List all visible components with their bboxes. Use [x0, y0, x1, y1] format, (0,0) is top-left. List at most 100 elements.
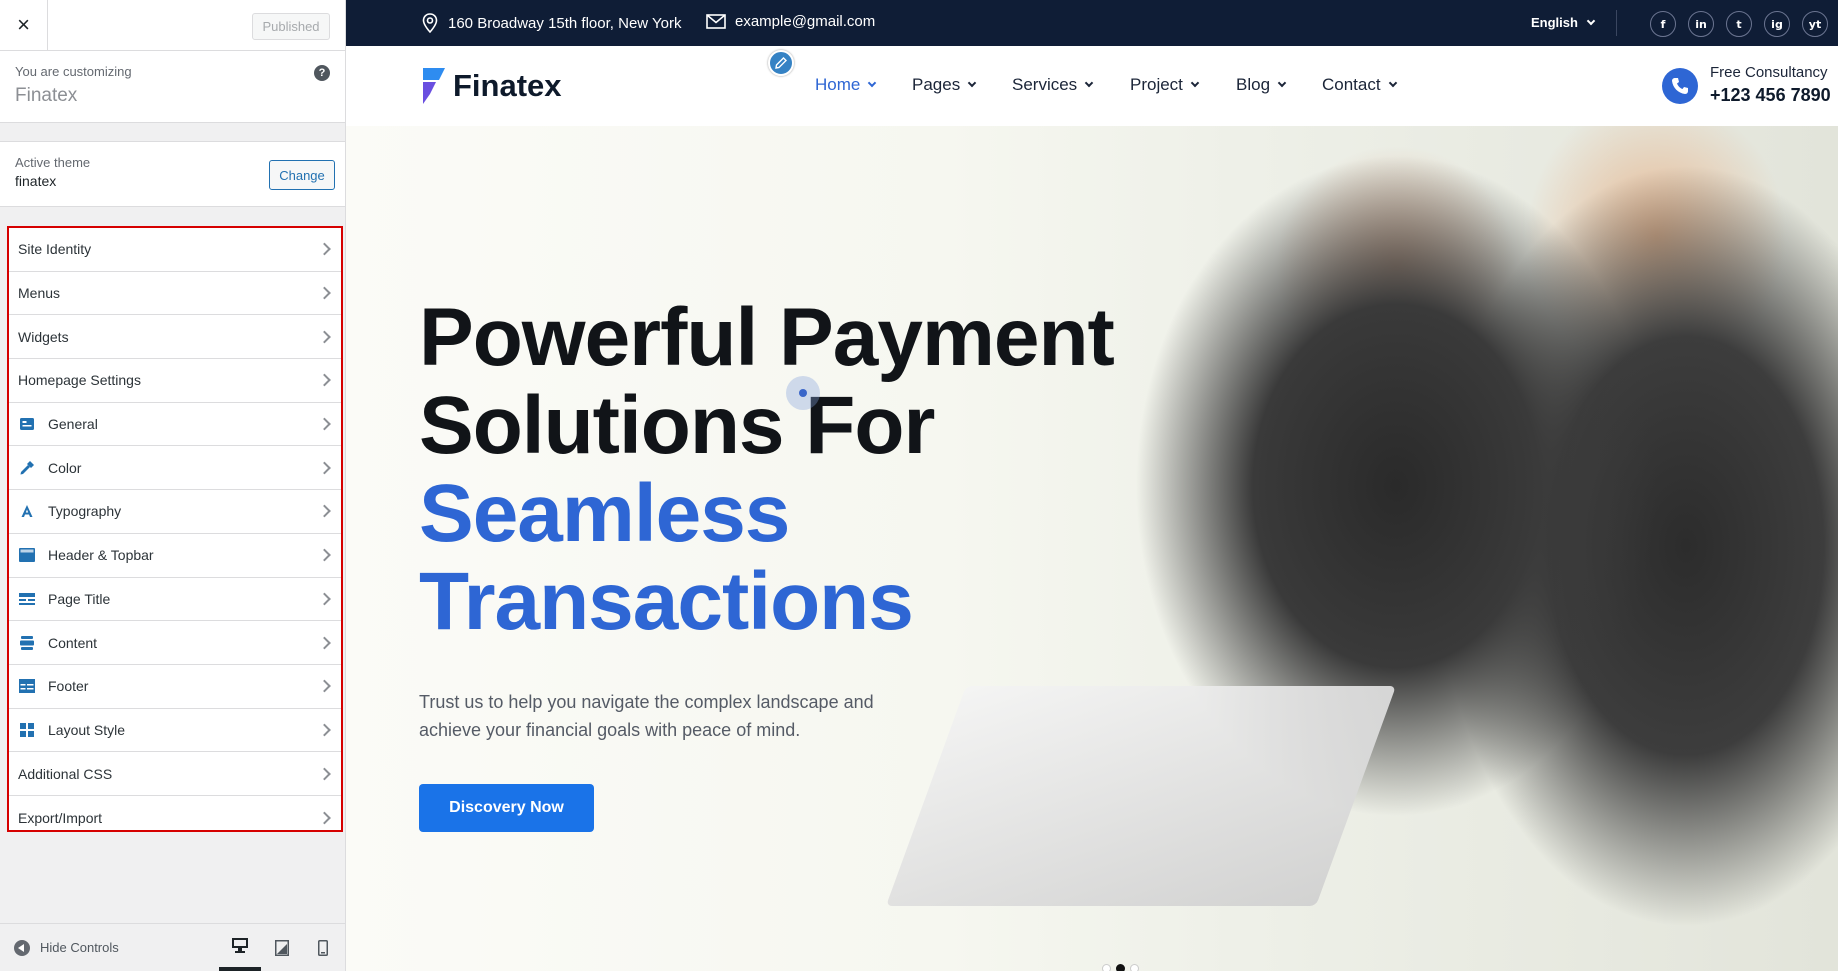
nav-blog[interactable]: Blog [1236, 75, 1287, 95]
device-tablet-button[interactable] [261, 924, 303, 971]
layout-icon [18, 721, 36, 739]
nav-project[interactable]: Project [1130, 75, 1200, 95]
pencil-icon [775, 57, 787, 69]
panel-homepage-settings[interactable]: Homepage Settings [9, 359, 341, 403]
panel-general[interactable]: General [9, 403, 341, 447]
panel-label: Typography [48, 503, 122, 520]
nav-pages[interactable]: Pages [912, 75, 977, 95]
nav-label: Blog [1236, 75, 1271, 94]
chevron-right-icon [318, 636, 331, 649]
close-customizer-button[interactable]: × [0, 0, 48, 50]
site-title: Finatex [15, 85, 78, 106]
slider-dot-active[interactable] [1116, 964, 1125, 971]
panel-label: General [48, 416, 98, 433]
panel-content[interactable]: Content [9, 621, 341, 665]
youtube-icon[interactable]: yt [1802, 11, 1828, 37]
general-icon [18, 415, 36, 433]
hero-heading-line: Solutions For [419, 380, 935, 471]
panel-footer[interactable]: Footer [9, 665, 341, 709]
discovery-now-button[interactable]: Discovery Now [419, 784, 594, 832]
nav-home[interactable]: Home [815, 75, 877, 95]
slider-dot[interactable] [1130, 964, 1139, 971]
chevron-right-icon [318, 679, 331, 693]
nav-services[interactable]: Services [1012, 75, 1094, 95]
topbar-divider [1616, 10, 1617, 36]
chevron-right-icon [318, 417, 331, 431]
panel-header-topbar[interactable]: Header & Topbar [9, 534, 341, 578]
mobile-icon [318, 939, 328, 956]
panel-menus[interactable]: Menus [9, 272, 341, 316]
consultancy-label: Free Consultancy [1710, 64, 1828, 81]
color-picker-icon [18, 459, 36, 477]
chevron-right-icon [318, 592, 331, 606]
desktop-icon [232, 938, 248, 953]
logo-mark-icon [423, 68, 445, 104]
location-pin-icon [422, 13, 438, 33]
chevron-down-icon [1277, 78, 1287, 88]
site-header: Finatex Home Pages Services Project Blog… [346, 46, 1838, 126]
phone-number: +123 456 7890 [1710, 85, 1831, 105]
site-preview: 160 Broadway 15th floor, New York exampl… [346, 0, 1838, 971]
edit-shortcut-button[interactable] [768, 50, 794, 76]
panel-label: Footer [48, 678, 89, 695]
nav-label: Project [1130, 75, 1183, 94]
chevron-right-icon [318, 286, 331, 300]
change-theme-button[interactable]: Change [269, 160, 335, 190]
chevron-right-icon [318, 374, 331, 387]
panel-widgets[interactable]: Widgets [9, 315, 341, 360]
phone-icon [1662, 68, 1698, 104]
hero-section: Powerful Payment Solutions For Seamless … [346, 126, 1838, 971]
panel-label: Homepage Settings [18, 372, 141, 389]
close-icon: × [17, 12, 30, 37]
chevron-right-icon [318, 767, 331, 780]
topbar-email[interactable]: example@gmail.com [706, 13, 875, 30]
page-title-icon [18, 590, 36, 608]
email-text: example@gmail.com [735, 13, 876, 30]
slider-dot[interactable] [1102, 964, 1111, 971]
tablet-icon [275, 939, 289, 956]
chevron-down-icon [1388, 78, 1397, 88]
site-logo[interactable]: Finatex [419, 66, 562, 106]
logo-text: Finatex [453, 68, 562, 103]
panel-label: Export/Import [18, 809, 103, 826]
chevron-right-icon [318, 330, 331, 344]
panel-color[interactable]: Color [9, 446, 341, 491]
panel-label: Layout Style [48, 721, 126, 738]
help-icon[interactable]: ? [314, 65, 330, 81]
panel-label: Menus [18, 285, 61, 302]
panel-additional-css[interactable]: Additional CSS [9, 752, 341, 796]
chevron-down-icon [1084, 78, 1094, 88]
typography-icon [18, 502, 36, 520]
hero-heading-line: Powerful Payment [419, 292, 1115, 383]
chevron-right-icon [318, 723, 331, 737]
hide-controls-button[interactable]: Hide Controls [40, 940, 119, 955]
instagram-icon[interactable]: ig [1764, 11, 1790, 37]
chevron-right-icon [318, 242, 331, 256]
nav-label: Services [1012, 75, 1078, 94]
panel-page-title[interactable]: Page Title [9, 578, 341, 622]
device-mobile-button[interactable] [302, 924, 344, 971]
panel-label: Content [48, 634, 98, 651]
hero-heading-highlight: Seamless [419, 468, 790, 559]
topbar-address: 160 Broadway 15th floor, New York [422, 13, 681, 33]
panel-export-import[interactable]: Export/Import [9, 796, 341, 840]
language-selector[interactable]: English [1531, 15, 1596, 30]
panel-layout-style[interactable]: Layout Style [9, 709, 341, 753]
panel-label: Page Title [48, 590, 111, 607]
chevron-right-icon [318, 505, 331, 518]
panel-typography[interactable]: Typography [9, 490, 341, 534]
hero-heading-highlight: Transactions [419, 556, 914, 647]
panel-label: Site Identity [18, 241, 92, 258]
consultancy-contact[interactable]: Free Consultancy +123 456 7890 [1710, 64, 1831, 106]
publish-button[interactable]: Published [252, 13, 330, 40]
nav-contact[interactable]: Contact [1322, 75, 1397, 95]
nav-label: Home [815, 75, 861, 94]
panel-site-identity[interactable]: Site Identity [9, 228, 341, 272]
collapse-icon[interactable] [14, 939, 30, 956]
twitter-icon[interactable]: t [1726, 11, 1752, 37]
device-desktop-button[interactable] [219, 924, 261, 971]
facebook-icon[interactable]: f [1650, 11, 1676, 37]
linkedin-icon[interactable]: in [1688, 11, 1714, 37]
customizer-sidebar: × Published You are customizing Finatex … [0, 0, 346, 971]
chevron-right-icon [318, 811, 331, 825]
